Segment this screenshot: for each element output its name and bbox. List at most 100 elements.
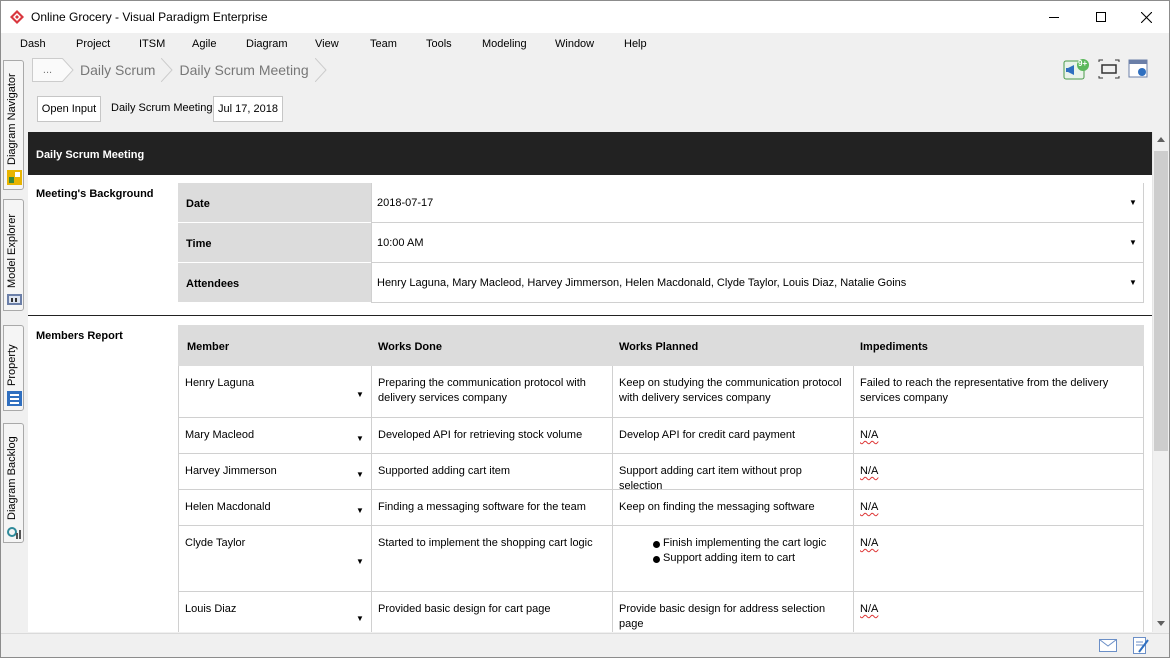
member-cell[interactable]: Harvey Jimmerson ▼ (179, 454, 372, 489)
diagram-navigator-icon (7, 170, 22, 185)
works-done-cell[interactable]: Finding a messaging software for the tea… (372, 490, 613, 525)
attendees-field[interactable]: Henry Laguna, Mary Macleod, Harvey Jimme… (371, 263, 1144, 303)
side-tab-property[interactable]: Property (3, 325, 24, 411)
vertical-scrollbar[interactable] (1152, 132, 1169, 632)
model-explorer-icon (7, 294, 22, 305)
side-tab-label: Diagram Backlog (6, 436, 18, 520)
breadcrumb-separator-icon (62, 58, 74, 82)
menu-window[interactable]: Window (555, 38, 594, 50)
works-planned-cell[interactable]: Support adding cart item without prop se… (613, 454, 854, 492)
dropdown-arrow-icon: ▼ (356, 434, 364, 443)
works-done-cell[interactable]: Provided basic design for cart page (372, 592, 613, 632)
works-planned-list: Finish implementing the cart logic Suppo… (619, 536, 847, 566)
fit-diagram-button[interactable] (1098, 59, 1120, 79)
member-cell[interactable]: Louis Diaz ▼ (179, 592, 372, 632)
menu-modeling[interactable]: Modeling (482, 38, 527, 50)
menu-dash[interactable]: Dash (20, 38, 46, 50)
impediments-cell[interactable]: N/A (854, 490, 1143, 525)
works-done-cell[interactable]: Started to implement the shopping cart l… (372, 526, 613, 591)
works-done-cell[interactable]: Developed API for retrieving stock volum… (372, 418, 613, 453)
open-input-button[interactable]: Open Input (37, 96, 101, 122)
menu-view[interactable]: View (315, 38, 339, 50)
close-icon (1140, 11, 1152, 23)
side-tab-model-explorer[interactable]: Model Explorer (3, 199, 24, 311)
time-field[interactable]: 10:00 AM ▼ (371, 223, 1144, 263)
scroll-up-icon[interactable] (1157, 137, 1165, 142)
minimize-icon (1049, 17, 1059, 18)
app-window: Online Grocery - Visual Paradigm Enterpr… (0, 0, 1170, 658)
member-cell[interactable]: Helen Macdonald ▼ (179, 490, 372, 525)
breadcrumb-item-daily-scrum[interactable]: Daily Scrum (74, 58, 162, 82)
maximize-button[interactable] (1078, 1, 1124, 33)
side-tab-label: Property (6, 344, 18, 386)
table-row: Louis Diaz ▼ Provided basic design for c… (178, 592, 1144, 632)
impediments-cell[interactable]: N/A (854, 592, 1143, 632)
member-cell[interactable]: Henry Laguna ▼ (179, 366, 372, 417)
menu-diagram[interactable]: Diagram (246, 38, 288, 50)
works-planned-cell[interactable]: Provide basic design for address selecti… (613, 592, 854, 632)
meeting-date-selector[interactable]: Jul 17, 2018 (213, 96, 283, 122)
breadcrumb-separator-icon (314, 58, 327, 82)
breadcrumb-ellipsis[interactable]: ... (32, 58, 62, 82)
minimize-button[interactable] (1031, 1, 1077, 33)
dropdown-arrow-icon: ▼ (1129, 198, 1137, 207)
list-item: Finish implementing the cart logic (653, 536, 847, 551)
menu-project[interactable]: Project (76, 38, 110, 50)
side-tab-strip: Diagram Navigator Model Explorer Propert… (1, 56, 27, 636)
maximize-icon (1096, 12, 1106, 22)
works-done-cell[interactable]: Preparing the communication protocol wit… (372, 366, 613, 417)
edit-icon[interactable] (1133, 637, 1149, 655)
mail-icon[interactable] (1099, 639, 1117, 652)
layout-icon (1128, 59, 1148, 78)
works-done-cell[interactable]: Supported adding cart item (372, 454, 613, 489)
date-field[interactable]: 2018-07-17 ▼ (371, 183, 1144, 223)
impediments-cell[interactable]: N/A (854, 418, 1143, 453)
impediments-cell[interactable]: N/A (854, 454, 1143, 489)
attendees-value: Henry Laguna, Mary Macleod, Harvey Jimme… (377, 277, 907, 289)
notification-button[interactable]: 9+ (1063, 59, 1089, 80)
member-name: Henry Laguna (185, 377, 255, 389)
menu-help[interactable]: Help (624, 38, 647, 50)
impediments-value: N/A (860, 501, 879, 513)
side-tab-label: Diagram Navigator (6, 73, 18, 165)
works-planned-cell[interactable]: Keep on finding the messaging software (613, 490, 854, 525)
background-table: Date 2018-07-17 ▼ Time 10:00 AM ▼ Attend… (178, 183, 1144, 304)
layout-button[interactable] (1128, 59, 1150, 79)
fit-diagram-icon (1098, 59, 1120, 79)
close-button[interactable] (1123, 1, 1169, 33)
window-title: Online Grocery - Visual Paradigm Enterpr… (31, 10, 268, 24)
menu-bar: Dash Project ITSM Agile Diagram View Tea… (1, 35, 1169, 55)
impediments-value: N/A (860, 465, 879, 477)
member-cell[interactable]: Mary Macleod ▼ (179, 418, 372, 453)
impediments-cell[interactable]: Failed to reach the representative from … (854, 366, 1143, 417)
background-row-time: Time 10:00 AM ▼ (178, 223, 1144, 263)
breadcrumb-item-daily-scrum-meeting[interactable]: Daily Scrum Meeting (173, 58, 315, 82)
dropdown-arrow-icon: ▼ (1129, 278, 1137, 287)
date-value: 2018-07-17 (377, 197, 434, 209)
member-cell[interactable]: Clyde Taylor ▼ (179, 526, 372, 591)
breadcrumb: ... Daily Scrum Daily Scrum Meeting (32, 58, 327, 82)
document-pane: Daily Scrum Meeting Meeting's Background… (28, 132, 1152, 632)
breadcrumb-separator-icon (161, 58, 174, 82)
menu-team[interactable]: Team (370, 38, 397, 50)
menu-tools[interactable]: Tools (426, 38, 452, 50)
scroll-down-icon[interactable] (1157, 621, 1165, 626)
scrollbar-thumb[interactable] (1154, 151, 1168, 451)
diagram-backlog-icon (7, 527, 21, 539)
menu-agile[interactable]: Agile (192, 38, 216, 50)
works-planned-cell[interactable]: Keep on studying the communication proto… (613, 366, 854, 417)
member-name: Helen Macdonald (185, 501, 271, 513)
impediments-value: N/A (860, 429, 879, 441)
side-tab-diagram-navigator[interactable]: Diagram Navigator (3, 60, 24, 190)
notification-badge: 9+ (1078, 59, 1088, 68)
works-planned-cell[interactable]: Finish implementing the cart logic Suppo… (613, 526, 854, 591)
table-row: Henry Laguna ▼ Preparing the communicati… (178, 366, 1144, 418)
background-key: Time (178, 223, 371, 263)
menu-itsm[interactable]: ITSM (139, 38, 165, 50)
impediments-cell[interactable]: N/A (854, 526, 1143, 591)
works-planned-cell[interactable]: Develop API for credit card payment (613, 418, 854, 453)
side-tab-diagram-backlog[interactable]: Diagram Backlog (3, 423, 24, 543)
dropdown-arrow-icon: ▼ (356, 506, 364, 515)
document-header: Daily Scrum Meeting (28, 132, 1152, 175)
title-bar: Online Grocery - Visual Paradigm Enterpr… (1, 1, 1169, 33)
